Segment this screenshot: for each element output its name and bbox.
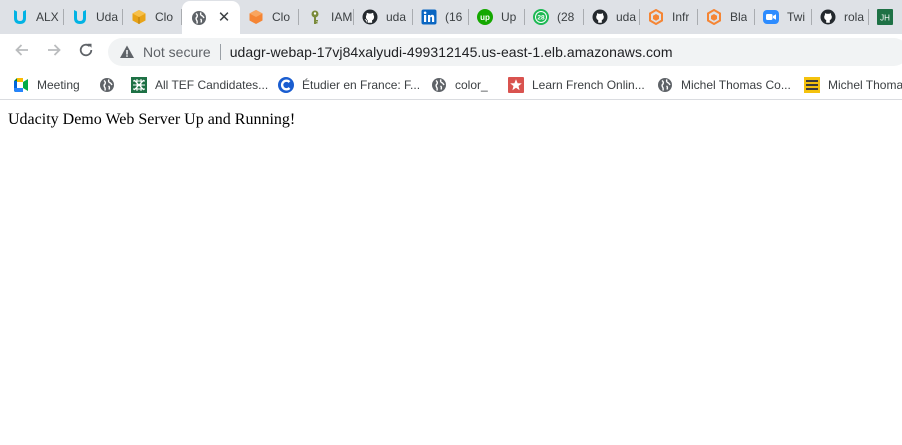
bookmark-label: Michel Thomas Co... [681, 78, 791, 92]
bookmark-label: Learn French Onlin... [532, 78, 645, 92]
tab-title: IAM [331, 10, 353, 24]
bookmark-label: Michel Thoma [828, 78, 902, 92]
tab-title: (16 [445, 10, 463, 24]
aws-orange-outline-icon [706, 9, 722, 25]
tab-udacity[interactable]: Uda [64, 0, 123, 34]
browser-toolbar: Not secure udagr-webap-17vj84xalyudi-499… [0, 34, 902, 70]
tab-zoom[interactable]: Twi [755, 0, 812, 34]
bookmark-learn-french[interactable]: Learn French Onlin... [508, 75, 645, 95]
tab-github-2[interactable]: uda [584, 0, 640, 34]
reload-button[interactable] [72, 38, 100, 66]
tab-cloud[interactable]: Clo [240, 0, 299, 34]
tab-linkedin[interactable]: (16 [413, 0, 469, 34]
linkedin-icon [421, 9, 437, 25]
bookmarks-bar: Meeting All TEF Candidates... Étudier en… [0, 70, 902, 100]
tab-title: Clo [272, 10, 291, 24]
star-icon [508, 77, 524, 93]
udacity-icon [12, 9, 28, 25]
globe-icon [431, 77, 447, 93]
tab-title: Infr [672, 10, 690, 24]
tab-strip: ALX Uda Clo ✕ Clo IAM uda (16 up Up 28 (… [0, 0, 902, 34]
forward-arrow-icon [46, 42, 62, 63]
tab-title: rola [844, 10, 865, 24]
spreadsheet-icon [131, 77, 147, 93]
badge-28-icon: 28 [533, 9, 549, 25]
tab-github-1[interactable]: uda [354, 0, 413, 34]
tab-active[interactable]: ✕ [182, 1, 240, 34]
tab-title: Uda [96, 10, 119, 24]
github-icon [592, 9, 608, 25]
github-icon [820, 9, 836, 25]
tab-title: Clo [155, 10, 174, 24]
url-text[interactable]: udagr-webap-17vj84xalyudi-499312145.us-e… [230, 44, 673, 60]
upwork-icon: up [477, 9, 493, 25]
tab-jh[interactable]: JH [869, 0, 902, 34]
campus-france-icon [278, 77, 294, 93]
warning-icon[interactable] [119, 44, 135, 60]
aws-orange-icon [248, 9, 264, 25]
tab-infrastructure[interactable]: Infr [640, 0, 698, 34]
google-meet-icon [13, 77, 29, 93]
key-icon [307, 9, 323, 25]
globe-icon [657, 77, 673, 93]
aws-cube-icon [131, 9, 147, 25]
jh-icon: JH [877, 9, 893, 25]
tab-iam[interactable]: IAM [299, 0, 354, 34]
omnibox-divider [219, 44, 221, 60]
globe-icon [99, 77, 115, 93]
page-content: Udacity Demo Web Server Up and Running! [0, 101, 902, 445]
bookmark-michel-thomas[interactable]: Michel Thoma [804, 75, 902, 95]
tab-upwork[interactable]: up Up [469, 0, 525, 34]
tab-title: (28 [557, 10, 575, 24]
tab-github-3[interactable]: rola [812, 0, 869, 34]
aws-orange-outline-icon [648, 9, 664, 25]
tab-title: uda [616, 10, 637, 24]
bookmark-tef-candidates[interactable]: All TEF Candidates... [131, 75, 268, 95]
bookmark-globe[interactable] [99, 75, 115, 95]
tab-title: Bla [730, 10, 748, 24]
not-secure-label[interactable]: Not secure [143, 44, 211, 60]
udacity-icon [72, 9, 88, 25]
forward-button[interactable] [40, 38, 68, 66]
bookmark-label: color_ [455, 78, 488, 92]
page-message: Udacity Demo Web Server Up and Running! [8, 111, 296, 128]
tab-alx[interactable]: ALX [4, 0, 64, 34]
svg-text:28: 28 [537, 15, 545, 22]
bookmark-label: Meeting [37, 78, 80, 92]
bookmark-michel-thomas-co[interactable]: Michel Thomas Co... [657, 75, 791, 95]
zoom-icon [763, 9, 779, 25]
back-button[interactable] [8, 38, 36, 66]
tab-title: Up [501, 10, 517, 24]
tab-cloudformation[interactable]: Clo [123, 0, 182, 34]
tab-title: uda [386, 10, 407, 24]
bookmark-color[interactable]: color_ [431, 75, 488, 95]
svg-text:up: up [480, 13, 490, 22]
bookmark-etudier-en-france[interactable]: Étudier en France: F... [278, 75, 420, 95]
reload-icon [78, 42, 94, 63]
address-bar[interactable]: Not secure udagr-webap-17vj84xalyudi-499… [108, 38, 902, 66]
bookmark-meeting[interactable]: Meeting [13, 75, 80, 95]
tab-blank[interactable]: Bla [698, 0, 755, 34]
back-arrow-icon [14, 42, 30, 63]
tab-title: ALX [36, 10, 59, 24]
tab-notifications[interactable]: 28 (28 [525, 0, 584, 34]
svg-text:JH: JH [880, 14, 890, 23]
github-icon [362, 9, 378, 25]
bookmark-label: Étudier en France: F... [302, 78, 421, 92]
michel-thomas-icon [804, 77, 820, 93]
globe-icon [191, 10, 207, 26]
tab-title: Twi [787, 10, 805, 24]
bookmark-label: All TEF Candidates... [155, 78, 269, 92]
close-icon[interactable]: ✕ [216, 10, 232, 26]
